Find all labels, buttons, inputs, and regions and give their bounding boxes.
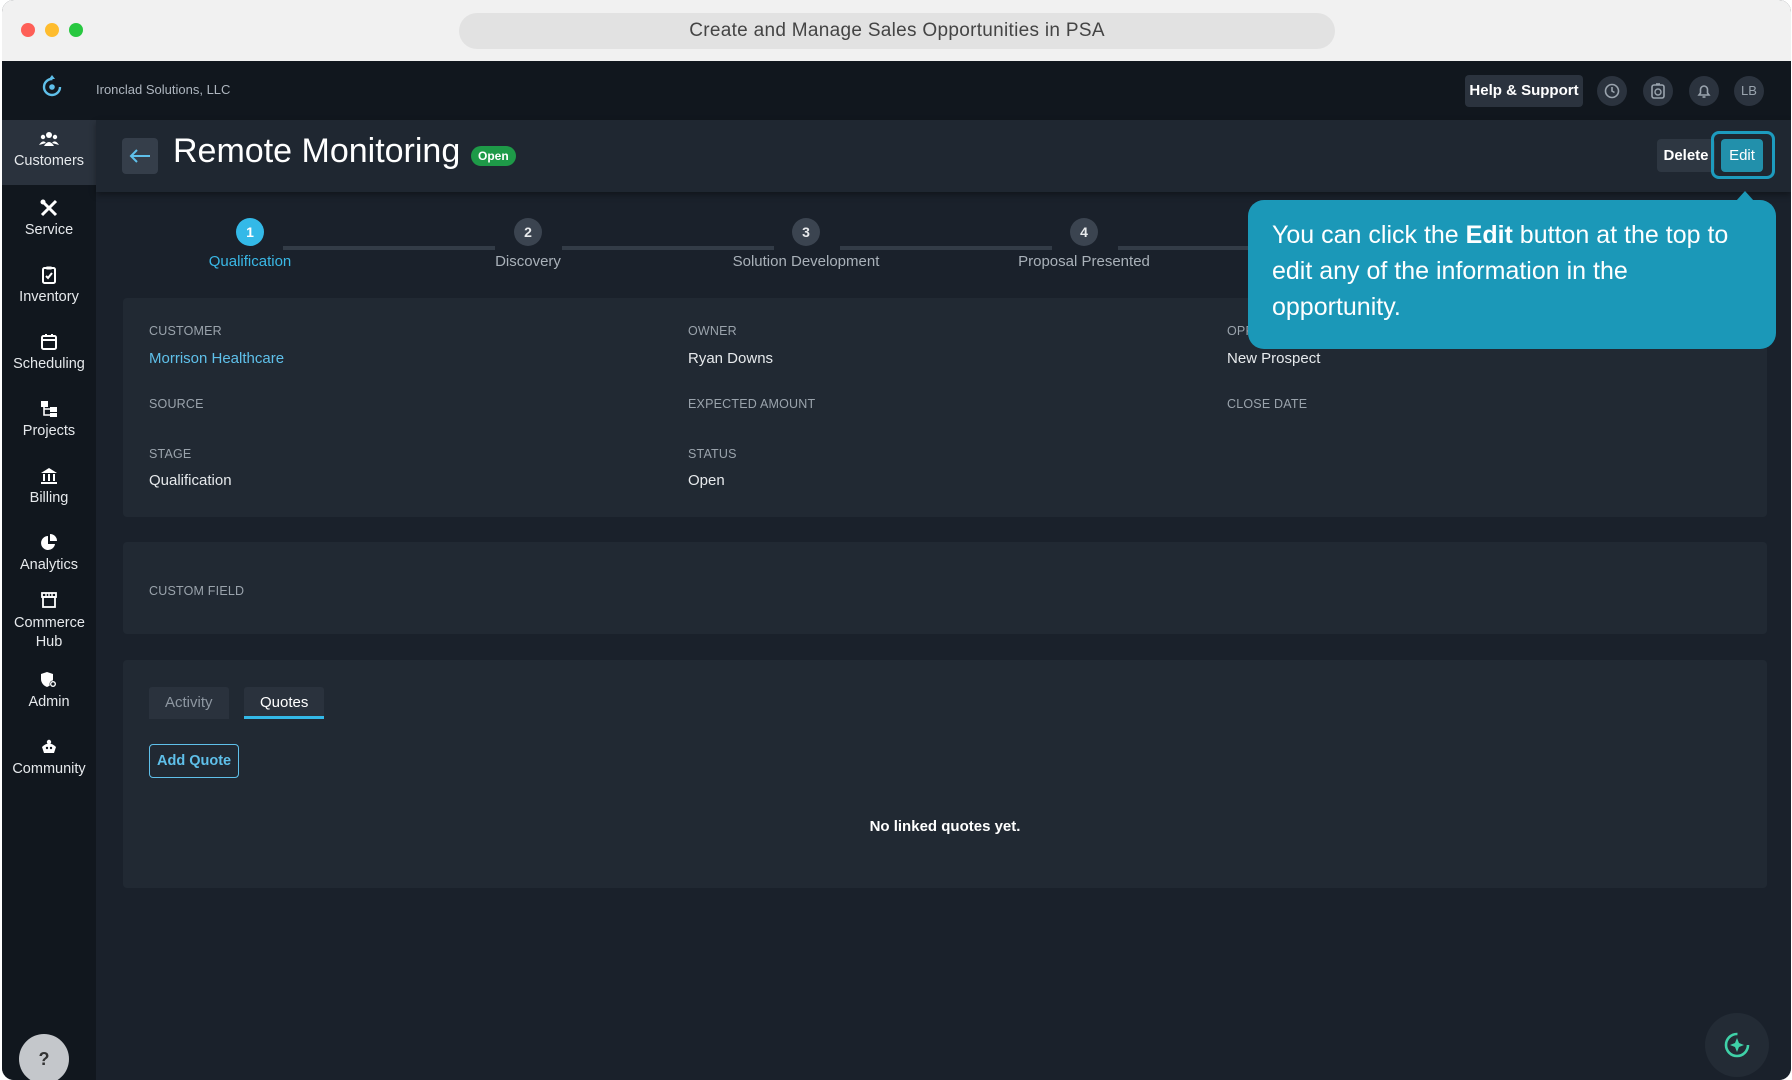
history-icon[interactable]	[1597, 76, 1627, 106]
customer-link[interactable]: Morrison Healthcare	[149, 350, 284, 367]
company-name: Ironclad Solutions, LLC	[96, 82, 231, 97]
community-icon	[42, 739, 56, 753]
close-date-label: CLOSE DATE	[1227, 397, 1308, 411]
arrow-left-icon	[129, 149, 150, 163]
sidebar-item-inventory[interactable]: Inventory	[2, 265, 96, 305]
sidebar-item-customers[interactable]: Customers	[2, 120, 96, 185]
delete-button[interactable]: Delete	[1657, 139, 1715, 172]
calendar-icon	[41, 334, 57, 350]
step-discovery[interactable]: 2 Discovery	[428, 218, 628, 270]
tooltip-arrow	[1736, 191, 1754, 201]
step-number: 2	[514, 218, 542, 246]
sidebar-item-label: Inventory	[19, 289, 79, 305]
help-support-button[interactable]: Help & Support	[1465, 75, 1583, 107]
customers-icon	[39, 132, 59, 146]
sidebar-item-label: Scheduling	[13, 356, 85, 372]
custom-field-label: CUSTOM FIELD	[149, 584, 245, 598]
sidebar-item-community[interactable]: Community	[2, 737, 96, 777]
inventory-icon	[42, 266, 56, 284]
expected-amount-label: EXPECTED AMOUNT	[688, 397, 816, 411]
step-label: Solution Development	[732, 253, 880, 270]
status-badge: Open	[471, 146, 516, 166]
app-logo-icon[interactable]	[40, 74, 64, 98]
stage-value: Qualification	[149, 472, 232, 489]
store-icon	[41, 592, 57, 608]
screen: Create and Manage Sales Opportunities in…	[0, 0, 1792, 1080]
bell-icon[interactable]	[1689, 76, 1719, 106]
step-label: Proposal Presented	[1018, 253, 1150, 270]
custom-field-card: CUSTOM FIELD	[123, 542, 1767, 634]
ai-assistant-button[interactable]	[1705, 1013, 1769, 1077]
sidebar-item-label: Billing	[29, 490, 69, 506]
help-question-button[interactable]: ?	[19, 1034, 69, 1080]
admin-shield-icon	[41, 672, 57, 688]
step-label: Discovery	[495, 253, 561, 270]
maximize-window-icon[interactable]	[69, 23, 83, 37]
opportunity-type-value: New Prospect	[1227, 350, 1321, 367]
sidebar-item-admin[interactable]: Admin	[2, 670, 96, 710]
browser-titlebar: Create and Manage Sales Opportunities in…	[2, 0, 1791, 62]
service-icon	[40, 199, 58, 217]
status-label: STATUS	[688, 447, 737, 461]
step-number: 3	[792, 218, 820, 246]
sidebar-item-label: Community	[12, 761, 86, 777]
browser-window: Create and Manage Sales Opportunities in…	[2, 0, 1791, 1080]
edit-button[interactable]: Edit	[1721, 139, 1763, 172]
tooltip-text-before: You can click the	[1272, 221, 1466, 249]
activity-quotes-card: Activity Quotes Add Quote No linked quot…	[123, 660, 1767, 888]
page-header: Remote Monitoring Open Delete Edit	[96, 120, 1791, 192]
sidebar-item-commerce-hub[interactable]: Commerce Hub	[2, 590, 96, 652]
app-topbar: Ironclad Solutions, LLC Help & Support L…	[2, 61, 1791, 120]
sidebar-item-label: Projects	[22, 423, 76, 439]
sidebar-nav: Customers Service Inventory Scheduling P…	[2, 120, 96, 1080]
source-label: SOURCE	[149, 397, 204, 411]
stage-label: STAGE	[149, 447, 192, 461]
address-bar[interactable]: Create and Manage Sales Opportunities in…	[459, 13, 1335, 49]
bank-icon	[41, 468, 57, 484]
timer-icon[interactable]	[1643, 76, 1673, 106]
step-number: 1	[236, 218, 264, 246]
sidebar-item-analytics[interactable]: Analytics	[2, 533, 96, 573]
back-button[interactable]	[122, 138, 158, 174]
sidebar-item-label: Admin	[28, 694, 70, 710]
ai-sparkle-icon	[1724, 1032, 1750, 1058]
step-qualification[interactable]: 1 Qualification	[150, 218, 350, 270]
sidebar-item-scheduling[interactable]: Scheduling	[2, 332, 96, 372]
tooltip-text-bold: Edit	[1465, 221, 1513, 249]
sidebar-item-label: Analytics	[19, 557, 79, 573]
pie-chart-icon	[41, 534, 57, 550]
minimize-window-icon[interactable]	[45, 23, 59, 37]
step-number: 4	[1070, 218, 1098, 246]
close-window-icon[interactable]	[21, 23, 35, 37]
sidebar-item-label: Customers	[13, 153, 85, 169]
sidebar-item-label: Commerce Hub	[14, 615, 85, 650]
tab-quotes[interactable]: Quotes	[244, 687, 325, 719]
tab-activity[interactable]: Activity	[149, 687, 229, 719]
guide-tooltip: You can click the Edit button at the top…	[1248, 191, 1776, 349]
step-solution-development[interactable]: 3 Solution Development	[706, 218, 906, 270]
status-value: Open	[688, 472, 725, 489]
projects-icon	[41, 401, 57, 417]
sidebar-item-label: Service	[24, 222, 74, 238]
sidebar-item-billing[interactable]: Billing	[2, 466, 96, 506]
add-quote-button[interactable]: Add Quote	[149, 744, 240, 778]
sidebar-item-service[interactable]: Service	[2, 198, 96, 238]
page-title: Remote Monitoring	[173, 132, 461, 170]
sidebar-item-projects[interactable]: Projects	[2, 399, 96, 439]
step-label: Qualification	[208, 253, 292, 270]
owner-label: OWNER	[688, 324, 737, 338]
owner-value: Ryan Downs	[688, 350, 774, 367]
empty-quotes-message: No linked quotes yet.	[869, 818, 1021, 835]
user-avatar[interactable]: LB	[1734, 76, 1764, 106]
step-proposal-presented[interactable]: 4 Proposal Presented	[984, 218, 1184, 270]
customer-label: CUSTOMER	[149, 324, 222, 338]
